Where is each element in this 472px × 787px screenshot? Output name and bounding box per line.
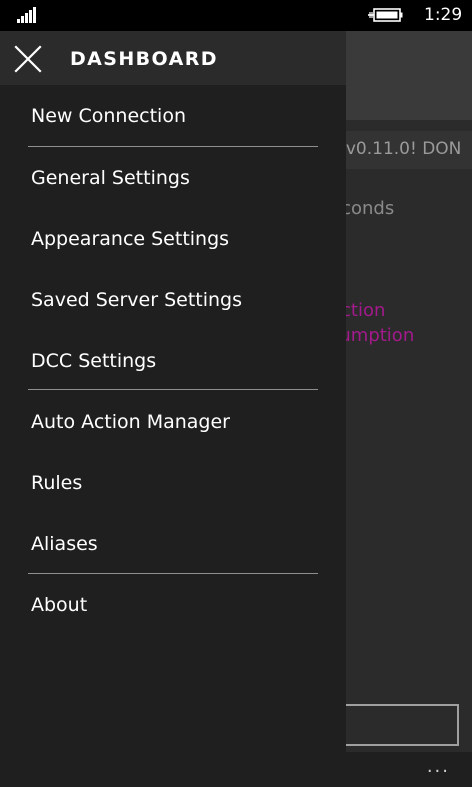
signal-strength-icon	[17, 7, 39, 23]
close-icon[interactable]	[14, 45, 42, 73]
menu-separator	[28, 146, 318, 147]
ticker-text: e v0.11.0! DON	[330, 139, 462, 159]
menu-separator	[28, 389, 318, 390]
menu-item-auto-action-manager[interactable]: Auto Action Manager	[31, 411, 230, 433]
menu-item-aliases[interactable]: Aliases	[31, 533, 98, 555]
status-bar: 1:29	[0, 0, 472, 31]
clock: 1:29	[424, 5, 463, 25]
menu-item-rules[interactable]: Rules	[31, 472, 82, 494]
menu-separator	[28, 573, 318, 574]
drawer-header: DASHBOARD	[0, 31, 346, 85]
navigation-drawer: DASHBOARD New Connection General Setting…	[0, 31, 346, 752]
menu-item-dcc-settings[interactable]: DCC Settings	[31, 350, 156, 372]
app-bar: ...	[0, 752, 472, 787]
menu-item-about[interactable]: About	[31, 594, 87, 616]
menu-item-saved-server-settings[interactable]: Saved Server Settings	[31, 289, 242, 311]
menu-item-appearance-settings[interactable]: Appearance Settings	[31, 228, 229, 250]
drawer-title: DASHBOARD	[70, 48, 218, 70]
menu-item-general-settings[interactable]: General Settings	[31, 167, 190, 189]
menu-item-new-connection[interactable]: New Connection	[31, 105, 186, 127]
battery-charging-icon	[368, 8, 403, 22]
more-options-button[interactable]: ...	[427, 756, 450, 777]
